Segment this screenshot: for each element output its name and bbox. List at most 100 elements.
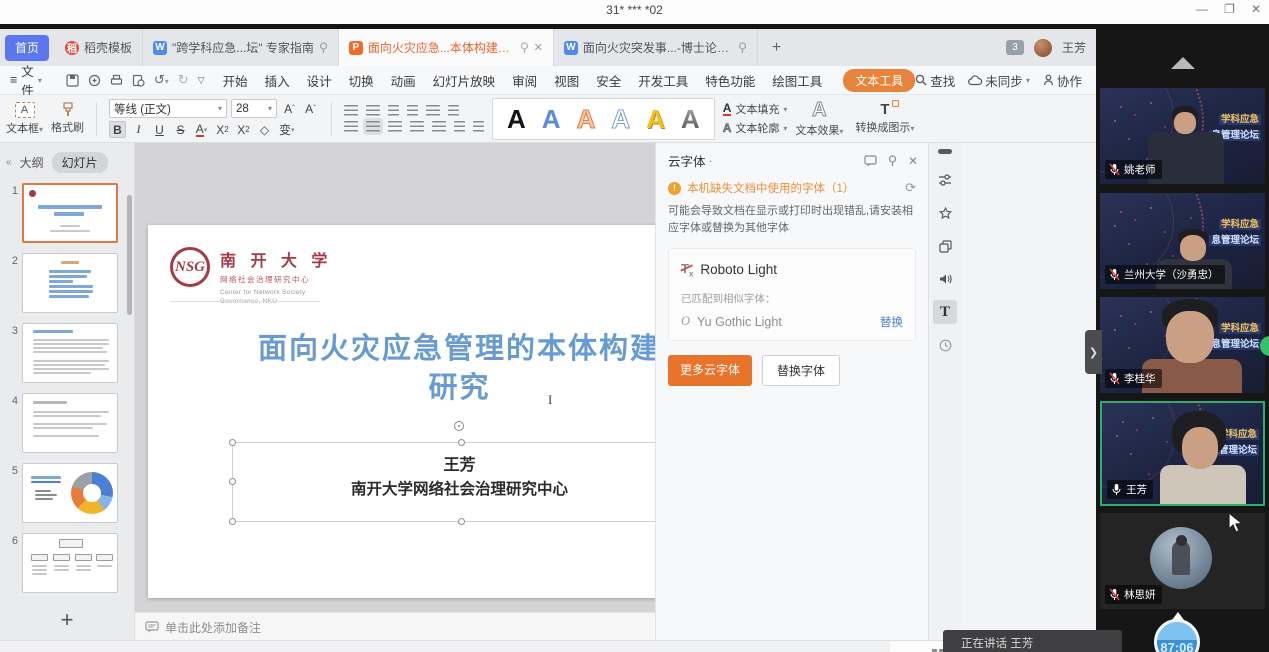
resize-handle[interactable] <box>229 439 236 446</box>
columns-icon[interactable] <box>448 105 459 116</box>
slide-thumb-5[interactable]: 5 <box>0 459 134 529</box>
menu-insert[interactable]: 插入 <box>265 71 290 90</box>
collaborate-button[interactable]: 协作 <box>1043 71 1082 90</box>
participant-tile-yao[interactable]: 学科应急 息管理论坛 姚老师 <box>1100 88 1265 184</box>
message-count-badge[interactable]: 3 <box>1006 40 1024 55</box>
wordart-style-1[interactable]: A <box>507 106 526 132</box>
menu-review[interactable]: 审阅 <box>512 71 537 90</box>
convert-diagram-button[interactable]: T 转换成图示▾ <box>855 102 914 135</box>
user-avatar[interactable] <box>1034 39 1052 57</box>
add-slide-button[interactable]: + <box>0 607 134 633</box>
distribute-icon[interactable] <box>432 121 446 132</box>
replace-link[interactable]: 替换 <box>880 314 903 330</box>
bold-button[interactable]: B <box>109 121 126 138</box>
file-menu[interactable]: ≡ 文件 ▾ <box>0 61 50 99</box>
underline-button[interactable]: U <box>151 121 168 138</box>
menu-security[interactable]: 安全 <box>596 71 621 90</box>
wordart-style-5[interactable]: A <box>646 106 665 132</box>
collapse-pane-tab[interactable]: ❯ <box>1085 330 1102 374</box>
restore-button[interactable]: ❐ <box>1224 2 1235 16</box>
font-name-select[interactable]: 等线 (正文)▾ <box>109 99 227 118</box>
wordart-style-2[interactable]: A <box>542 106 561 132</box>
menu-features[interactable]: 特色功能 <box>705 71 755 90</box>
tab-home[interactable]: 首页 <box>5 35 49 61</box>
menu-slideshow[interactable]: 幻灯片放映 <box>433 71 496 90</box>
slide-thumb-6[interactable]: 6 <box>0 529 134 599</box>
text-direction-icon[interactable] <box>426 105 440 116</box>
participant-tile-ligui[interactable]: 学科应急 息管理论坛 李桂华 <box>1100 297 1265 393</box>
wordart-style-6[interactable]: A <box>681 106 700 132</box>
undo-icon[interactable]: ↺▾ <box>154 72 169 88</box>
tab-outline[interactable]: 大纲 <box>20 154 44 171</box>
rotate-handle[interactable] <box>454 421 464 431</box>
resize-handle[interactable] <box>229 518 236 525</box>
paragraph-spacing-icon[interactable] <box>473 121 484 132</box>
save-icon[interactable] <box>66 74 79 87</box>
text-pane-icon[interactable]: T <box>933 300 957 324</box>
pin-icon[interactable] <box>738 42 747 54</box>
numbered-list-icon[interactable] <box>366 105 380 116</box>
tab-docer-templates[interactable]: 稻 稻壳模板 <box>55 29 143 66</box>
menu-start[interactable]: 开始 <box>223 71 248 90</box>
tab-thesis-draft[interactable]: W 面向火灾突发事...-博士论文初稿 <box>554 29 758 66</box>
format-painter-button[interactable]: 格式刷 <box>51 102 84 135</box>
customize-toolbar-icon[interactable]: ▽ <box>198 75 205 86</box>
print-icon[interactable] <box>110 74 123 87</box>
slide-thumb-4[interactable]: 4 <box>0 389 134 459</box>
close-panel-icon[interactable]: ✕ <box>908 154 918 168</box>
menu-drawtools[interactable]: 绘图工具 <box>772 71 822 90</box>
menu-design[interactable]: 设计 <box>307 71 332 90</box>
slide-thumb-3[interactable]: 3 <box>0 319 134 389</box>
menu-animation[interactable]: 动画 <box>391 71 416 90</box>
decrease-font-button[interactable]: Aˇ <box>302 100 319 117</box>
panel-scrollbar[interactable] <box>938 149 952 154</box>
minimize-button[interactable]: — <box>1196 2 1208 16</box>
find-button[interactable]: 查找 <box>915 71 955 90</box>
strikethrough-button[interactable]: S <box>172 121 189 138</box>
text-outline-button[interactable]: A 文本轮廓▾ <box>723 120 788 136</box>
decrease-indent-icon[interactable] <box>388 105 399 116</box>
refresh-icon[interactable]: ⟳ <box>905 180 916 196</box>
replace-font-button[interactable]: 替换字体 <box>762 355 840 386</box>
tab-expert-guide[interactable]: W "跨学科应急...坛" 专家指南 <box>143 29 339 66</box>
redo-icon[interactable]: ↻ <box>178 72 189 88</box>
change-case-button[interactable]: 变▾ <box>277 121 297 138</box>
text-effect-button[interactable]: A 文本效果▾ <box>795 100 843 138</box>
print-preview-icon[interactable] <box>132 74 145 87</box>
participant-tile-lanzhou[interactable]: 学科应急 息管理论坛 兰州大学（沙勇忠） <box>1100 193 1265 289</box>
pin-icon[interactable] <box>520 42 529 54</box>
more-cloud-fonts-button[interactable]: 更多云字体 <box>668 355 752 386</box>
meeting-timer[interactable]: 87:06 <box>1152 612 1204 652</box>
thumbnails-scrollbar[interactable] <box>127 195 132 315</box>
textbox-group[interactable]: A 文本框▾ <box>6 102 43 136</box>
wordart-style-4[interactable]: A <box>611 106 630 132</box>
font-color-button[interactable]: A▾ <box>193 121 210 138</box>
increase-font-button[interactable]: Aˆ <box>281 100 298 117</box>
layers-icon[interactable] <box>933 234 957 258</box>
subscript-button[interactable]: X2 <box>235 121 252 138</box>
increase-indent-icon[interactable] <box>407 105 418 116</box>
align-right-icon[interactable] <box>388 121 402 132</box>
export-pdf-icon[interactable] <box>88 74 101 87</box>
clear-format-button[interactable]: ◇ <box>256 121 273 138</box>
superscript-button[interactable]: X2 <box>214 121 231 138</box>
tab-text-tools[interactable]: 文本工具 <box>843 69 915 92</box>
feedback-icon[interactable] <box>864 155 877 167</box>
align-left-icon[interactable] <box>344 121 358 132</box>
pin-panel-icon[interactable] <box>887 155 898 167</box>
history-icon[interactable] <box>933 333 957 357</box>
audio-icon[interactable] <box>933 267 957 291</box>
resize-handle[interactable] <box>458 518 465 525</box>
italic-button[interactable]: I <box>130 121 147 138</box>
wordart-style-3[interactable]: A <box>577 106 596 132</box>
text-fill-button[interactable]: A 文本填充▾ <box>723 101 788 117</box>
new-tab-button[interactable]: + <box>758 39 795 57</box>
participant-tile-wangfang[interactable]: 学科应急 息管理论坛 王芳 <box>1100 401 1265 506</box>
line-spacing-icon[interactable] <box>454 121 465 132</box>
resize-handle[interactable] <box>458 439 465 446</box>
justify-icon[interactable] <box>410 121 424 132</box>
menu-view[interactable]: 视图 <box>554 71 579 90</box>
collapse-panel-icon[interactable]: « <box>6 157 12 168</box>
tab-active-presentation[interactable]: P 面向火灾应急...本体构建研究 ✕ <box>339 29 554 66</box>
smart-shape-icon[interactable] <box>933 201 957 225</box>
